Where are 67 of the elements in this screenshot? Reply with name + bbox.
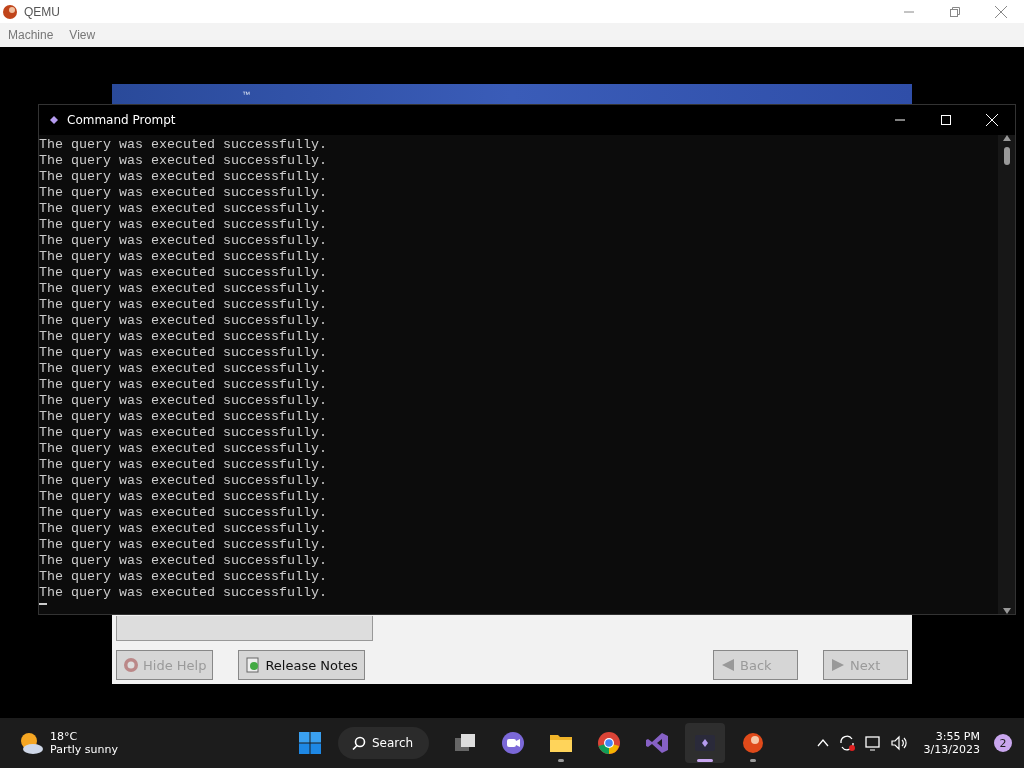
- chat-icon: [501, 731, 526, 755]
- console-line: The query was executed successfully.: [39, 185, 327, 201]
- console-line: The query was executed successfully.: [39, 425, 327, 441]
- console-line: The query was executed successfully.: [39, 233, 327, 249]
- console-line: The query was executed successfully.: [39, 345, 327, 361]
- console-line: The query was executed successfully.: [39, 457, 327, 473]
- windows-icon: [298, 731, 322, 755]
- console-line: The query was executed successfully.: [39, 329, 327, 345]
- qemu-icon: [2, 3, 18, 20]
- console-line: The query was executed successfully.: [39, 201, 327, 217]
- notification-badge[interactable]: 2: [994, 734, 1012, 752]
- text-cursor: [39, 603, 47, 605]
- weather-text: Partly sunny: [50, 743, 118, 756]
- restore-icon: [950, 6, 960, 17]
- temperature-text: 18°C: [50, 730, 79, 743]
- down-arrow-icon: [1002, 608, 1011, 614]
- release-notes-button[interactable]: Release Notes: [238, 650, 365, 680]
- close-icon: [995, 5, 1007, 18]
- console-line: The query was executed successfully.: [39, 569, 327, 585]
- infinity-icon: [645, 731, 670, 755]
- sync-icon: [837, 734, 856, 752]
- console-line: The query was executed successfully.: [39, 313, 327, 329]
- console-title: Command Prompt: [67, 113, 176, 127]
- console-line: The query was executed successfully.: [39, 441, 327, 457]
- console-line: The query was executed successfully.: [39, 217, 327, 233]
- console-line: The query was executed successfully.: [39, 281, 327, 297]
- right-arrow-icon: [830, 657, 846, 673]
- console-line: The query was executed successfully.: [39, 553, 327, 569]
- menu-item[interactable]: View: [69, 28, 96, 42]
- menu-item[interactable]: Machine: [8, 28, 54, 42]
- clock-time: 3:55 PM: [935, 730, 980, 743]
- up-arrow-icon: [1002, 135, 1011, 141]
- console-line: The query was executed successfully.: [39, 169, 327, 185]
- document-icon: [245, 657, 262, 673]
- console-line: The query was executed successfully.: [39, 393, 327, 409]
- console-line: The query was executed successfully.: [39, 489, 327, 505]
- console-line: The query was executed successfully.: [39, 537, 327, 553]
- console-line: The query was executed successfully.: [39, 297, 327, 313]
- chrome-icon: [597, 731, 622, 755]
- left-arrow-icon: [720, 657, 736, 673]
- search-button[interactable]: Search: [338, 727, 430, 759]
- console-line: The query was executed successfully.: [39, 137, 327, 153]
- lifebuoy-icon: [123, 657, 139, 673]
- volume-icon: [889, 734, 908, 752]
- console-line: The query was executed successfully.: [39, 521, 327, 537]
- taskbar-app[interactable]: [685, 723, 726, 763]
- network-icon: [863, 734, 882, 752]
- console-line: The query was executed successfully.: [39, 473, 327, 489]
- clock-date: 3/13/2023: [923, 743, 980, 756]
- console-line: The query was executed successfully.: [39, 249, 327, 265]
- maximize-icon: [941, 115, 951, 125]
- weather-widget[interactable]: 18°C Partly sunny: [18, 730, 118, 756]
- console-line: The query was executed successfully.: [39, 409, 327, 425]
- scroll-thumb[interactable]: [1003, 147, 1010, 165]
- scrollbar[interactable]: [998, 135, 1015, 614]
- sun-cloud-icon: [18, 730, 44, 756]
- console-line: The query was executed successfully.: [39, 153, 327, 169]
- search-icon: [352, 736, 366, 750]
- console-line: The query was executed successfully.: [39, 361, 327, 377]
- console-line: The query was executed successfully.: [39, 265, 327, 281]
- console-line: The query was executed successfully.: [39, 505, 327, 521]
- window-title: QEMU: [24, 4, 60, 19]
- qemu-icon: [741, 731, 766, 755]
- trademark-mark: ™: [242, 90, 250, 99]
- console-line: The query was executed successfully.: [39, 377, 327, 393]
- close-icon: [986, 114, 998, 126]
- console-line: The query was executed successfully.: [39, 585, 327, 601]
